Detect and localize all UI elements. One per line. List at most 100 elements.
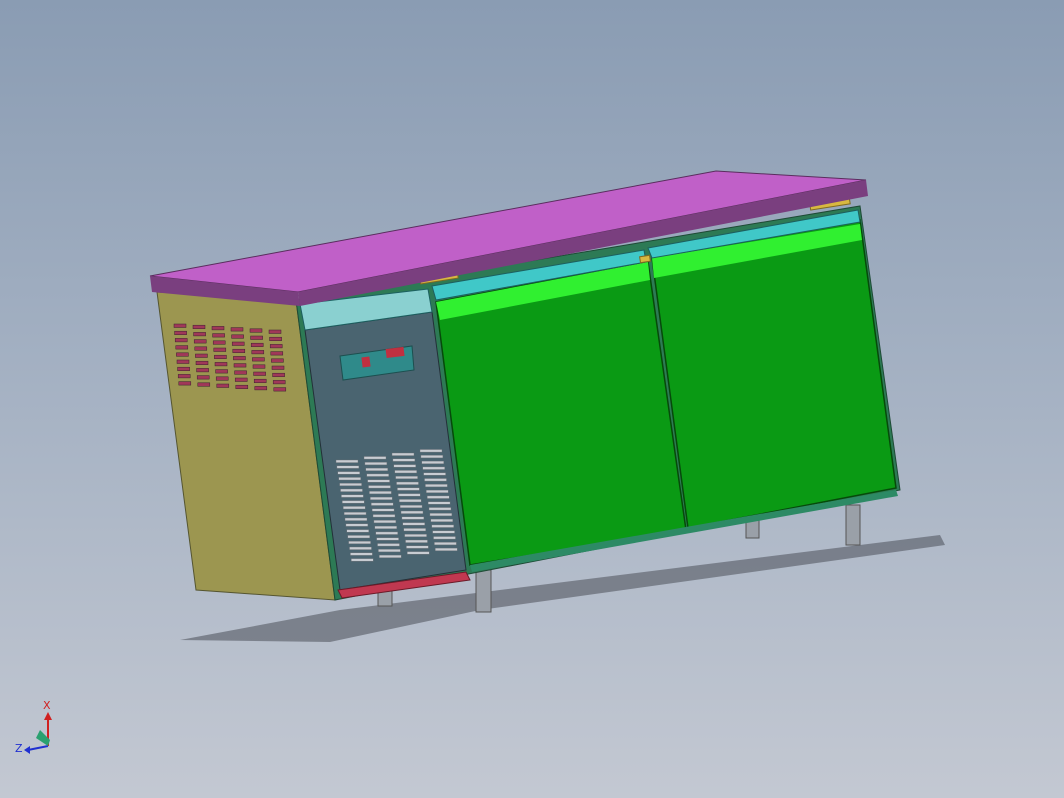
leg <box>475 569 492 613</box>
side-louver-slot <box>268 329 282 334</box>
grille-slot <box>372 514 396 518</box>
side-louver-slot <box>194 346 208 351</box>
side-louver-slot <box>234 377 248 382</box>
side-louver-slot <box>195 360 209 365</box>
grille-slot <box>396 481 419 485</box>
triad-x-arrow <box>44 712 52 720</box>
grille-slot <box>367 479 390 483</box>
grille-slot <box>340 488 363 492</box>
controller-button[interactable] <box>361 356 371 368</box>
side-louver-slot <box>196 368 209 373</box>
grille-slot <box>368 485 391 489</box>
side-louver-slot <box>193 332 206 337</box>
leg <box>845 504 861 546</box>
grille-slot <box>427 495 450 499</box>
grille-slot <box>392 458 416 462</box>
grille-slot <box>391 452 415 456</box>
side-louver-slot <box>253 378 267 383</box>
side-louver-slot <box>272 380 286 385</box>
grille-slot <box>401 516 425 520</box>
side-louver-slot <box>192 324 206 329</box>
grille-slot <box>375 531 398 535</box>
grille-slot <box>373 520 397 524</box>
grille-slot <box>398 493 421 497</box>
side-louver-slot <box>273 387 287 392</box>
grille-slot <box>422 466 445 470</box>
grille-slot <box>351 558 374 562</box>
grille-slot <box>336 465 360 469</box>
cad-viewport[interactable]: X Z <box>0 0 1064 798</box>
side-louver-slot <box>252 364 266 369</box>
grille-slot <box>407 551 430 555</box>
side-louver-slot <box>235 384 249 389</box>
side-louver-slot <box>252 357 265 362</box>
side-louver-slot <box>269 336 282 341</box>
grille-slot <box>402 522 425 526</box>
grille-slot <box>429 513 453 517</box>
side-louver-slot <box>212 333 225 338</box>
side-louver-slot <box>173 323 187 328</box>
grille-slot <box>341 494 364 498</box>
grille-slot <box>421 460 444 464</box>
hinge <box>639 254 651 264</box>
grille-slot <box>364 462 388 466</box>
side-louver-slot <box>271 365 285 370</box>
side-louver-slot <box>175 345 189 350</box>
grille-slot <box>337 471 360 475</box>
side-louver-slot <box>250 335 263 340</box>
side-louver-slot <box>176 359 190 364</box>
triad-z-axis <box>27 745 49 751</box>
grille-slot <box>434 542 457 546</box>
side-louver-slot <box>178 381 192 386</box>
grille-slot <box>369 491 392 495</box>
side-louver-slot <box>231 341 245 346</box>
grille-slot <box>342 500 365 504</box>
grille-slot <box>349 546 372 550</box>
side-louver-slot <box>269 344 283 349</box>
grille-slot <box>428 507 452 511</box>
side-louver-slot <box>174 330 187 335</box>
side-louver-slot <box>251 350 265 355</box>
side-louver-slot <box>177 366 190 371</box>
grille-slot <box>371 508 395 512</box>
side-louver-slot <box>213 347 227 352</box>
grille-slot <box>403 528 426 532</box>
grille-slot <box>366 473 389 477</box>
side-louver-slot <box>214 362 228 367</box>
grille-slot <box>399 499 422 503</box>
grille-slot <box>350 552 373 556</box>
side-louver-slot <box>216 383 230 388</box>
grille-slot <box>427 501 451 505</box>
grille-slot <box>335 459 359 463</box>
side-louver-slot <box>254 386 268 391</box>
grille-slot <box>339 483 362 487</box>
side-louver-slot <box>215 369 228 374</box>
side-louver-slot <box>230 327 244 332</box>
grille-slot <box>405 539 428 543</box>
grille-slot <box>348 541 371 545</box>
grille-slot <box>432 530 455 534</box>
grille-slot <box>400 510 424 514</box>
model-canvas[interactable]: X Z <box>0 0 1064 798</box>
grille-slot <box>347 535 370 539</box>
grille-slot <box>379 554 402 558</box>
grille-slot <box>419 449 443 453</box>
grille-slot <box>344 517 368 521</box>
triad-x-label: X <box>43 699 51 712</box>
grille-slot <box>377 543 400 547</box>
side-louver-slot <box>231 334 244 339</box>
grille-slot <box>371 502 394 506</box>
side-louver-slot <box>197 382 211 387</box>
grille-slot <box>363 456 387 460</box>
grille-slot <box>404 534 427 538</box>
side-louver-slot <box>234 370 247 375</box>
triad-z-arrow <box>24 746 30 754</box>
grille-slot <box>376 537 399 541</box>
orientation-triad[interactable]: X Z <box>15 699 52 755</box>
grille-slot <box>424 478 447 482</box>
grille-slot <box>394 470 417 474</box>
side-louver-slot <box>271 358 284 363</box>
grille-slot <box>423 472 446 476</box>
side-louver-slot <box>250 342 264 347</box>
grille-slot <box>346 529 369 533</box>
